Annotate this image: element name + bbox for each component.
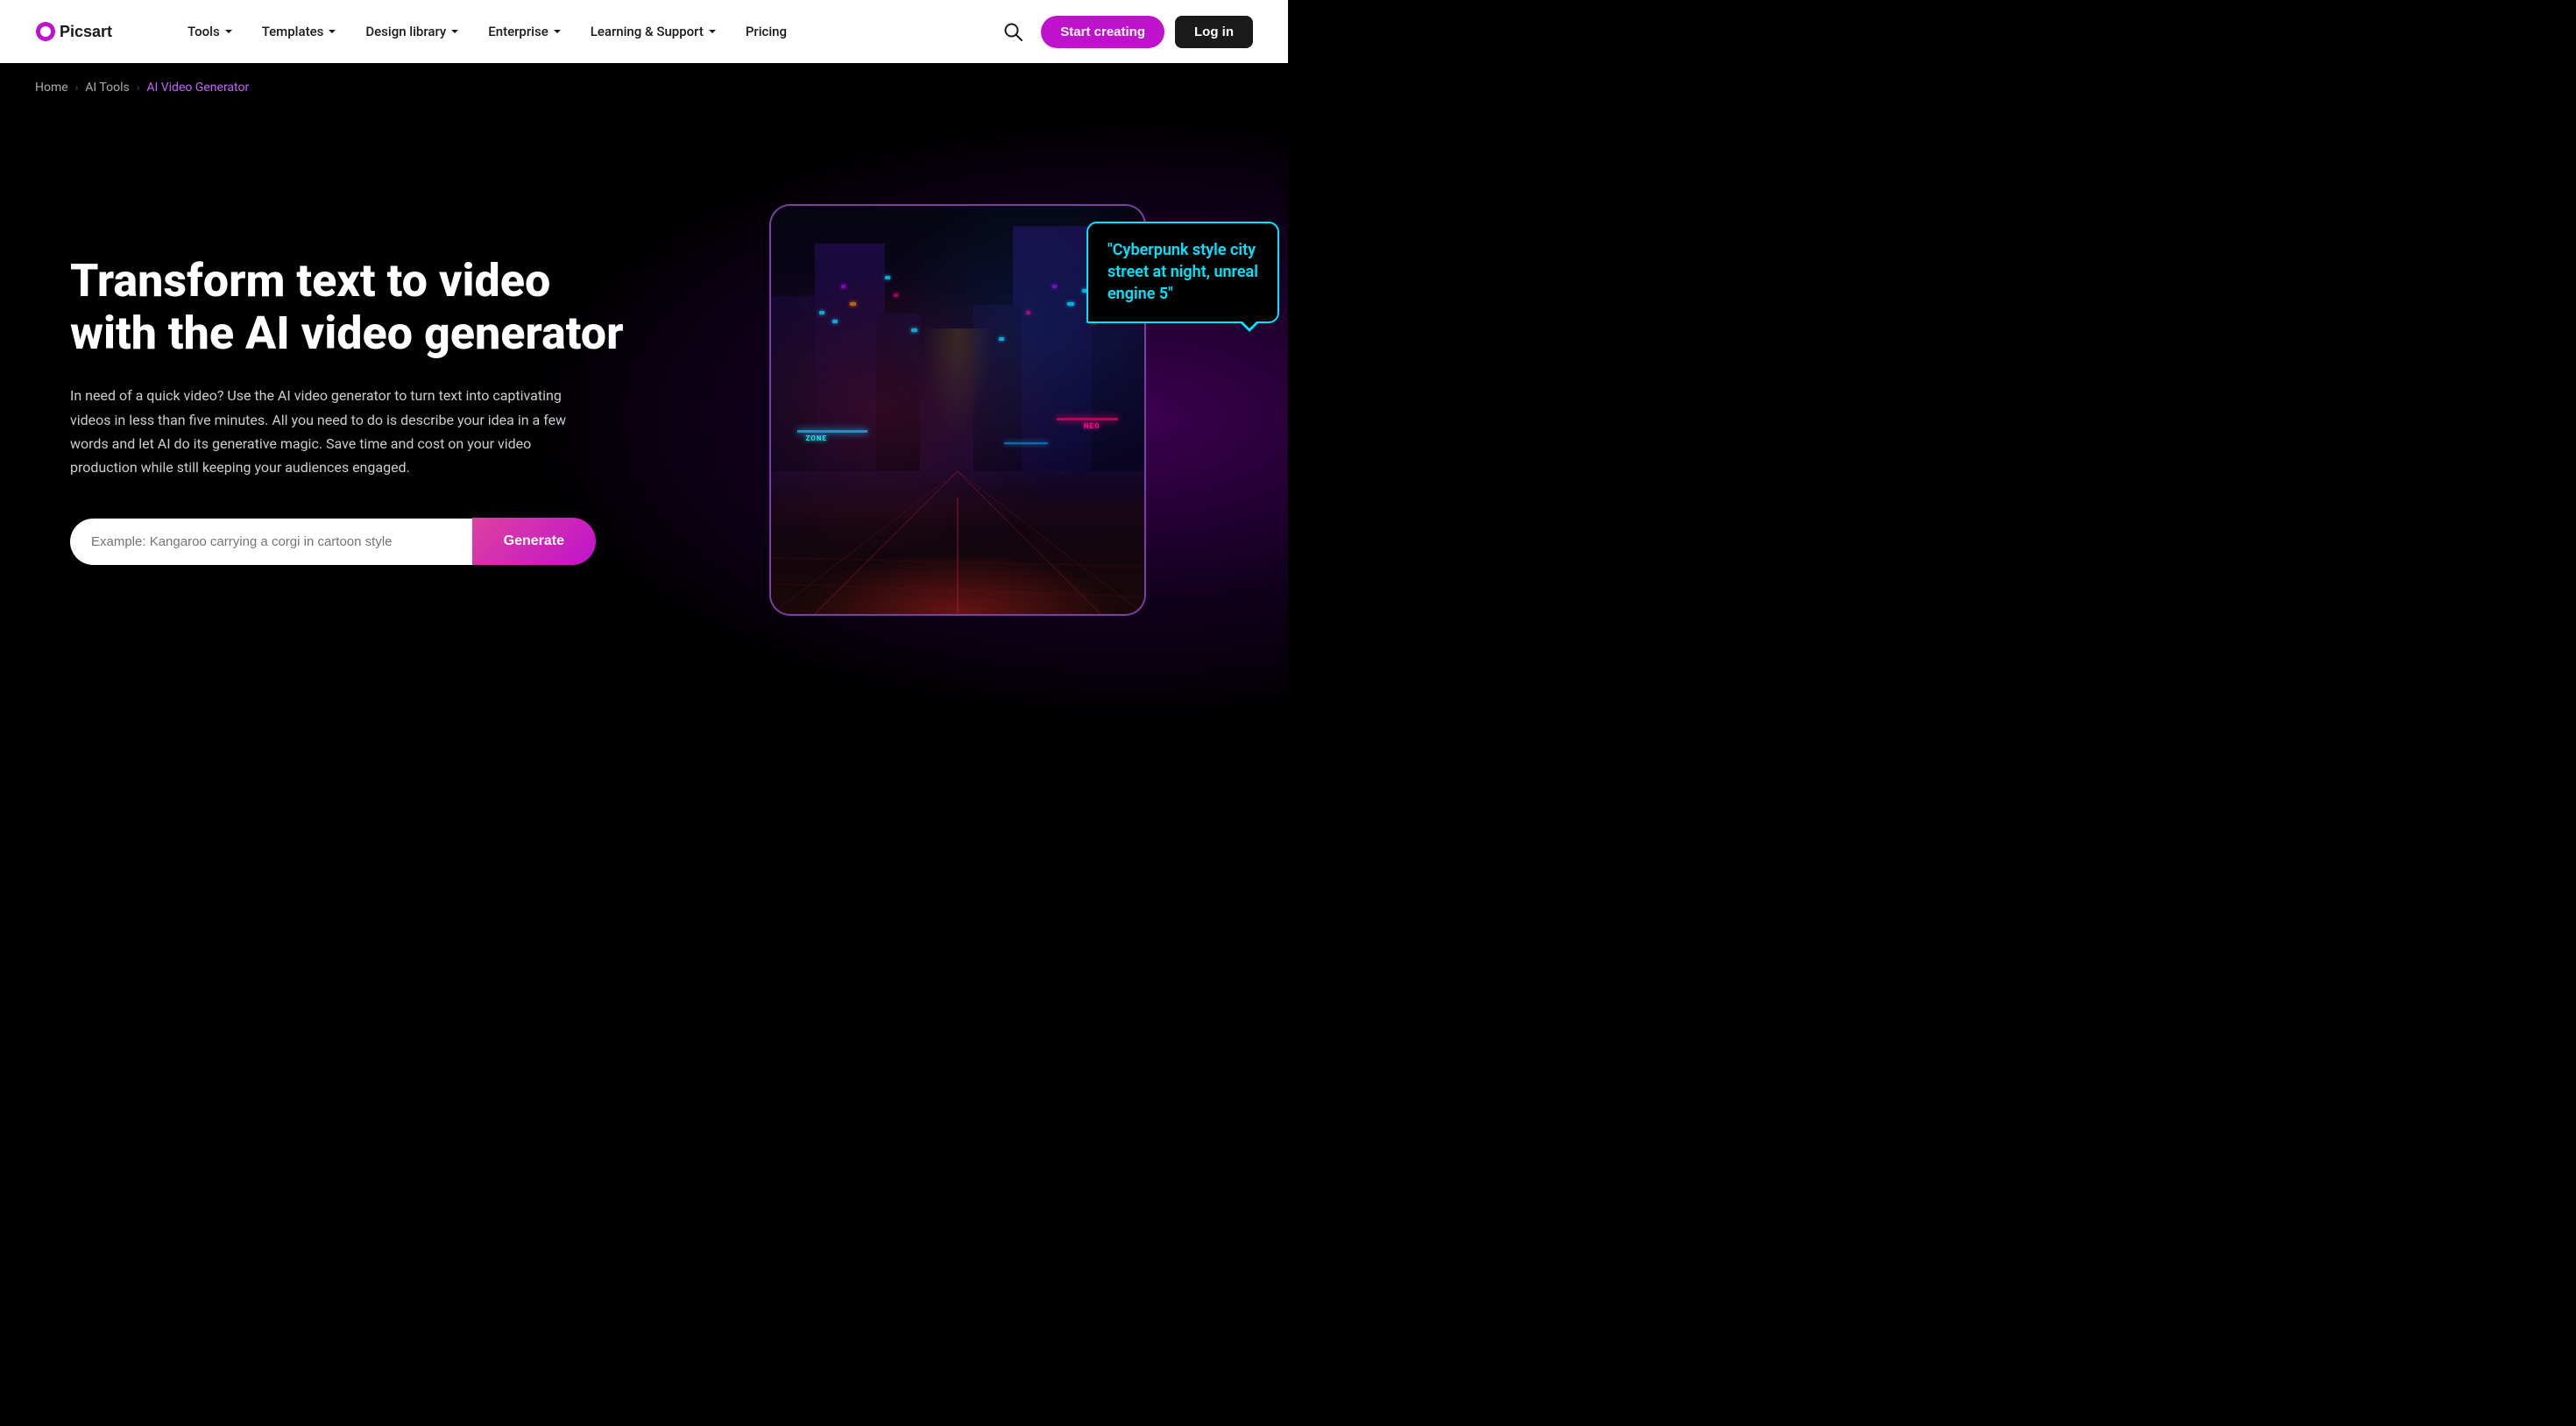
chat-bubble: "Cyberpunk style city street at night, u… (1086, 222, 1279, 323)
building-3 (876, 314, 920, 471)
building-5 (1013, 226, 1092, 471)
chevron-down-icon (707, 26, 718, 37)
chat-bubble-text: "Cyberpunk style city street at night, u… (1108, 241, 1258, 303)
street-lines-svg (771, 471, 1144, 614)
hero-title: Transform text to video with the AI vide… (70, 255, 626, 360)
hero-input-row: Generate (70, 518, 596, 565)
video-prompt-input[interactable] (70, 519, 472, 565)
nav-pricing-label: Pricing (746, 24, 787, 39)
hero-description: In need of a quick video? Use the AI vid… (70, 384, 578, 479)
hero-right: "Cyberpunk style city street at night, u… (662, 204, 1253, 616)
nav-enterprise-label: Enterprise (488, 24, 548, 39)
nav-tools[interactable]: Tools (173, 17, 248, 46)
window-1 (819, 311, 824, 314)
hero-left: Transform text to video with the AI vide… (70, 255, 662, 565)
window-11 (1026, 311, 1030, 314)
generate-button[interactable]: Generate (472, 518, 596, 565)
navbar: Picsart Tools Templates Design library E… (0, 0, 1288, 63)
window-8 (1067, 302, 1074, 306)
nav-links: Tools Templates Design library Enterpris… (173, 17, 995, 46)
breadcrumb-ai-tools[interactable]: AI Tools (85, 81, 129, 95)
nav-learning-support-label: Learning & Support (591, 24, 704, 39)
neon-bar-2 (1057, 418, 1118, 420)
window-4 (850, 302, 856, 306)
start-creating-button[interactable]: Start creating (1041, 16, 1164, 48)
window-3 (841, 285, 846, 288)
chevron-down-icon (327, 26, 337, 37)
breadcrumb-home[interactable]: Home (35, 81, 68, 95)
neon-sign-2: NEO (1084, 422, 1100, 430)
hero-section: Transform text to video with the AI vide… (0, 112, 1288, 725)
window-2 (832, 320, 838, 323)
window-13 (999, 337, 1004, 341)
logo[interactable]: Picsart (35, 16, 131, 47)
breadcrumb-sep-2: › (137, 81, 140, 94)
search-icon (1003, 22, 1023, 41)
neon-bar-1 (797, 430, 867, 433)
search-button[interactable] (995, 14, 1030, 49)
nav-tools-label: Tools (188, 24, 220, 39)
neon-bar-3 (1004, 442, 1048, 444)
window-12 (911, 328, 917, 332)
svg-text:Picsart: Picsart (60, 23, 112, 40)
nav-templates[interactable]: Templates (248, 17, 352, 46)
window-6 (894, 293, 898, 297)
nav-pricing[interactable]: Pricing (732, 17, 801, 46)
breadcrumb-sep-1: › (75, 81, 79, 94)
nav-enterprise[interactable]: Enterprise (474, 17, 576, 46)
nav-templates-label: Templates (262, 24, 324, 39)
breadcrumb-current: AI Video Generator (146, 81, 249, 95)
chevron-down-icon (449, 26, 460, 37)
chevron-down-icon (552, 26, 563, 37)
window-5 (885, 276, 890, 279)
breadcrumb: Home › AI Tools › AI Video Generator (0, 63, 1288, 112)
nav-right: Start creating Log in (995, 14, 1253, 49)
nav-design-library-label: Design library (365, 24, 446, 39)
building-6 (973, 305, 1022, 471)
nav-design-library[interactable]: Design library (351, 17, 474, 46)
window-9 (1052, 285, 1057, 288)
chevron-down-icon (223, 26, 234, 37)
neon-sign-1: ZONE (806, 434, 827, 442)
login-button[interactable]: Log in (1175, 16, 1253, 48)
nav-learning-support[interactable]: Learning & Support (577, 17, 732, 46)
street (771, 471, 1144, 614)
